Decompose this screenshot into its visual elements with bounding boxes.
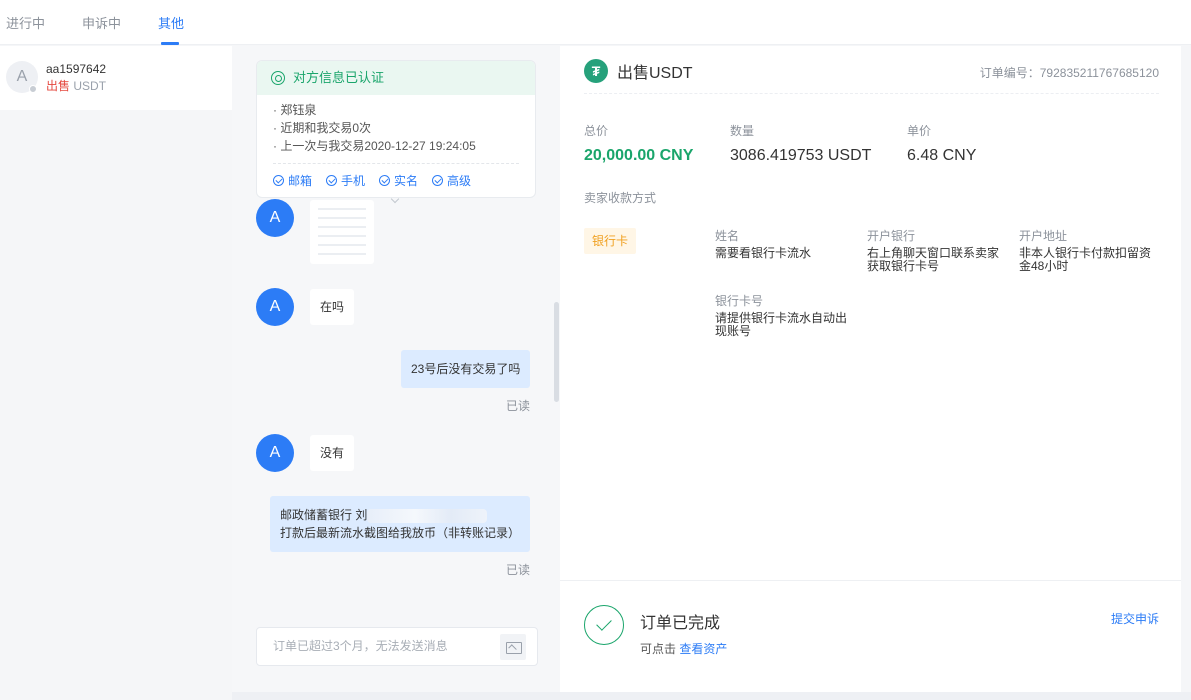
- verification-tags: 邮箱 手机 实名 高级: [273, 172, 471, 189]
- order-title-text: 出售USDT: [617, 65, 693, 82]
- bank-name-label: 开户银行: [867, 229, 916, 243]
- card-number-label: 银行卡号: [715, 294, 764, 308]
- offline-status-dot: [29, 85, 37, 93]
- verified-icon: [271, 71, 285, 85]
- quantity: 数量 3086.419753 USDT: [730, 122, 871, 165]
- order-status-title: 订单已完成: [640, 615, 721, 632]
- outgoing-message: 邮政储蓄银行 刘 打款后最新流水截图给我放币（非转账记录）: [270, 496, 530, 552]
- order-number-label: 订单编号：: [979, 66, 1040, 80]
- tab-appealing[interactable]: 申诉中: [82, 13, 121, 32]
- conversation-list: A aa1597642 出售 USDT: [0, 46, 232, 700]
- check-circle-icon: [326, 175, 338, 186]
- payee-name-label: 姓名: [715, 229, 740, 243]
- unit-price-value: 6.48 CNY: [907, 147, 977, 164]
- check-circle-icon: [432, 175, 444, 186]
- card-number-value: 请提供银行卡流水自动出现账号: [715, 311, 848, 338]
- message-input[interactable]: 订单已超过3个月，无法发送消息: [256, 627, 538, 666]
- verification-title: 对方信息已认证: [293, 70, 385, 85]
- tag-phone[interactable]: 手机: [326, 172, 365, 189]
- verification-header: 对方信息已认证: [257, 61, 535, 95]
- image-icon[interactable]: [500, 634, 526, 660]
- tag-realname[interactable]: 实名: [379, 172, 418, 189]
- image-message[interactable]: [310, 200, 374, 264]
- order-detail-panel: ₮ 出售USDT 订单编号：792835211767685120 总价 20,0…: [560, 46, 1181, 692]
- usdt-icon: ₮: [584, 59, 608, 83]
- recent-trade-count: · 近期和我交易0次: [273, 121, 372, 135]
- read-receipt: 已读: [505, 563, 530, 577]
- order-number-value: 792835211767685120: [1039, 66, 1159, 80]
- payee-name: 姓名 需要看银行卡流水: [715, 227, 855, 260]
- order-title: ₮ 出售USDT: [584, 59, 693, 83]
- avatar: A: [256, 288, 294, 326]
- chat-panel: 对方信息已认证 · 郑钰泉 · 近期和我交易0次 · 上一次与我交易2020-1…: [232, 46, 560, 692]
- success-check-icon: [584, 605, 624, 645]
- message-text: 打款后最新流水截图给我放币（非转账记录）: [280, 526, 521, 540]
- tag-advanced[interactable]: 高级: [432, 172, 471, 189]
- check-circle-icon: [273, 175, 284, 186]
- bank-name: 开户银行 右上角聊天窗口联系卖家获取银行卡号: [867, 227, 1007, 273]
- tag-email[interactable]: 邮箱: [273, 172, 312, 189]
- outgoing-message: 23号后没有交易了吗: [401, 350, 531, 388]
- counterparty-name: · 郑钰泉: [273, 103, 317, 117]
- payee-name-value: 需要看银行卡流水: [715, 246, 812, 260]
- bank-address-label: 开户地址: [1019, 229, 1068, 243]
- divider: [584, 93, 1159, 94]
- chat-scrollbar[interactable]: [554, 302, 559, 402]
- card-number: 银行卡号 请提供银行卡流水自动出现账号: [715, 292, 855, 338]
- unit-price-label: 单价: [907, 124, 932, 138]
- verification-details: · 郑钰泉 · 近期和我交易0次 · 上一次与我交易2020-12-27 19:…: [257, 95, 535, 155]
- view-assets-link[interactable]: 查看资产: [679, 642, 727, 656]
- order-side: 出售: [46, 79, 71, 93]
- submit-appeal-link[interactable]: 提交申诉: [1111, 610, 1159, 627]
- total-price: 总价 20,000.00 CNY: [584, 122, 693, 165]
- quantity-value: 3086.419753 USDT: [730, 147, 872, 164]
- quantity-label: 数量: [730, 124, 755, 138]
- conversation-item[interactable]: A aa1597642 出售 USDT: [0, 46, 232, 110]
- bank-card-tag[interactable]: 银行卡: [584, 228, 636, 254]
- verification-card: 对方信息已认证 · 郑钰泉 · 近期和我交易0次 · 上一次与我交易2020-1…: [256, 60, 536, 198]
- message-text: 邮政储蓄银行 刘: [280, 508, 368, 522]
- last-trade-time: · 上一次与我交易2020-12-27 19:24:05: [273, 139, 476, 153]
- avatar: A: [256, 199, 294, 237]
- tab-other[interactable]: 其他: [158, 13, 184, 32]
- check-circle-icon: [379, 175, 391, 186]
- bank-name-value: 右上角聊天窗口联系卖家获取银行卡号: [867, 246, 1000, 273]
- active-tab-indicator: [161, 42, 179, 45]
- contact-order-summary: 出售 USDT: [46, 77, 106, 94]
- divider: [273, 163, 519, 164]
- order-tabs: 进行中 申诉中 其他: [0, 0, 1191, 45]
- redacted-text: [367, 508, 488, 523]
- tab-in-progress[interactable]: 进行中: [6, 13, 45, 32]
- avatar: A: [256, 434, 294, 472]
- page-gutter: [1181, 46, 1191, 700]
- total-price-value: 20,000.00 CNY: [584, 147, 694, 164]
- page-bottom-band: [232, 692, 1191, 700]
- payment-method-title: 卖家收款方式: [584, 191, 657, 205]
- unit-price: 单价 6.48 CNY: [907, 122, 976, 165]
- total-price-label: 总价: [584, 124, 609, 138]
- input-placeholder: 订单已超过3个月，无法发送消息: [273, 639, 448, 653]
- bank-address-value: 非本人银行卡付款扣留资金48小时: [1019, 246, 1152, 273]
- incoming-message: 在吗: [310, 289, 355, 325]
- contact-name: aa1597642: [46, 62, 107, 76]
- bank-address: 开户地址 非本人银行卡付款扣留资金48小时: [1019, 227, 1159, 273]
- order-number: 订单编号：792835211767685120: [980, 64, 1159, 81]
- incoming-message: 没有: [310, 435, 355, 471]
- order-coin: USDT: [73, 79, 107, 93]
- divider: [560, 580, 1181, 581]
- status-subtitle-text: 可点击: [640, 642, 677, 656]
- image-thumbnail: [318, 208, 366, 256]
- order-status-subtitle: 可点击 查看资产: [640, 640, 727, 657]
- read-receipt: 已读: [505, 399, 530, 413]
